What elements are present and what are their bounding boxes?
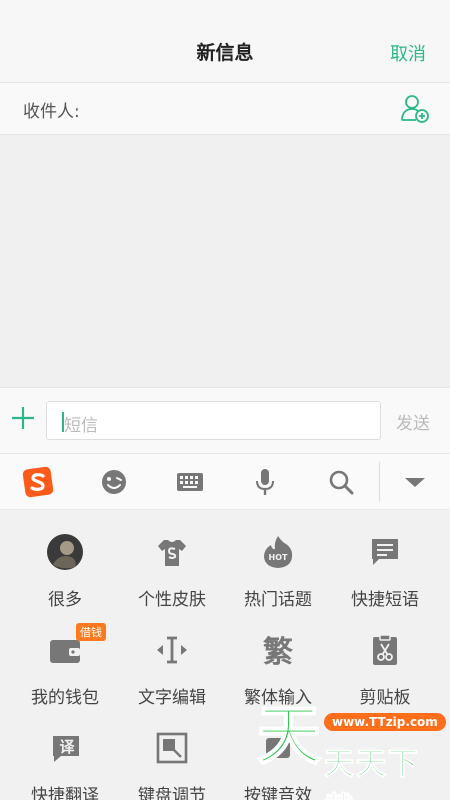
watermark-url: www.TTzip.com (324, 713, 446, 731)
translate-icon: 译 (53, 736, 79, 762)
recipient-bar[interactable]: 收件人: (0, 83, 450, 135)
watermark-glyph: 天 (256, 700, 322, 774)
avatar-icon (47, 534, 83, 570)
panel-item-skin[interactable]: 个性皮肤 (116, 510, 228, 610)
keyboard-icon[interactable] (174, 466, 206, 498)
ime-toolbar (0, 454, 450, 510)
message-input[interactable]: 短信 (46, 401, 381, 440)
message-icon (372, 539, 398, 565)
panel-item-henduo[interactable]: 很多 (9, 510, 121, 610)
resize-icon (156, 732, 188, 764)
panel-item-clipboard[interactable]: 剪贴板 (329, 608, 441, 708)
panel-item-label: 我的钱包 (31, 688, 99, 708)
text-cursor-icon (157, 636, 187, 664)
add-attachment-icon[interactable] (10, 405, 36, 431)
traditional-icon: 繁 (263, 635, 294, 668)
page-title: 新信息 (196, 42, 254, 64)
tshirt-icon (158, 540, 186, 566)
wallet-badge: 借钱 (76, 623, 106, 641)
panel-item-label: 键盘调节 (138, 786, 206, 800)
compose-bar: 短信 发送 (0, 387, 450, 454)
search-icon[interactable] (325, 466, 357, 498)
sogou-logo-icon[interactable] (22, 466, 54, 498)
watermark-logo: 天 www.TTzip.com 天天下载 (252, 700, 450, 800)
panel-item-quick-phrases[interactable]: 快捷短语 (329, 510, 441, 610)
panel-item-label: 快捷短语 (351, 590, 419, 610)
panel-item-label: 热门话题 (244, 590, 312, 610)
watermark-brand: 天天下载 (324, 747, 420, 800)
panel-item-traditional[interactable]: 繁 繁体输入 (222, 608, 334, 708)
recipient-label: 收件人: (23, 102, 80, 122)
panel-item-label: 文字编辑 (138, 688, 206, 708)
clipboard-icon (373, 634, 397, 665)
app-root: 新信息 取消 收件人: 短信 发送 很多 个性皮肤 HOT 热门话题 快捷短语 … (0, 0, 450, 800)
cancel-button[interactable]: 取消 (390, 40, 426, 66)
panel-item-translate[interactable]: 译 快捷翻译 (9, 706, 121, 800)
panel-item-hot-topics[interactable]: HOT 热门话题 (222, 510, 334, 610)
panel-item-keyboard-adjust[interactable]: 键盘调节 (116, 706, 228, 800)
hot-icon: HOT (264, 536, 293, 568)
message-area (0, 135, 450, 387)
svg-text:译: 译 (59, 738, 75, 756)
add-contact-icon[interactable] (400, 93, 430, 125)
microphone-icon[interactable] (249, 466, 281, 498)
svg-text:繁: 繁 (263, 635, 294, 668)
panel-item-label: 快捷翻译 (31, 786, 99, 800)
header: 新信息 取消 (0, 0, 450, 83)
panel-item-label: 个性皮肤 (138, 590, 206, 610)
svg-text:HOT: HOT (269, 553, 288, 562)
panel-item-text-edit[interactable]: 文字编辑 (116, 608, 228, 708)
collapse-icon[interactable] (399, 466, 431, 498)
emoji-icon[interactable] (98, 466, 130, 498)
message-placeholder: 短信 (64, 416, 98, 436)
toolbar-divider (379, 462, 380, 502)
send-button[interactable]: 发送 (396, 409, 430, 434)
panel-item-label: 很多 (48, 590, 82, 610)
